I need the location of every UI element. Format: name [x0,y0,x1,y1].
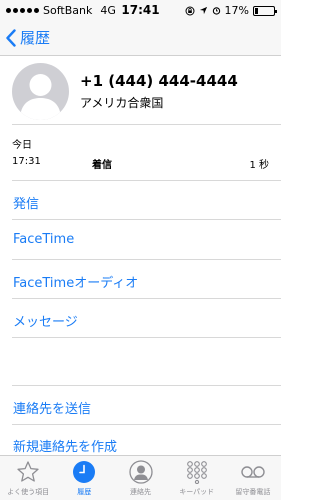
chevron-left-icon [6,28,16,47]
share-contact-button[interactable]: 連絡先を送信 [13,398,91,417]
voicemail-icon [241,466,265,478]
tab-label: 留守番電話 [235,488,271,496]
tab-keypad[interactable]: キーパッド [169,456,225,500]
person-icon [128,460,153,484]
tab-label: キーパッド [179,488,215,496]
divider [12,180,281,181]
person-silhouette-icon [20,74,61,120]
message-button[interactable]: メッセージ [13,311,78,330]
facetime-button[interactable]: FaceTime [13,232,74,247]
create-new-contact-button[interactable]: 新規連絡先を作成 [13,436,117,455]
battery-icon [253,5,277,16]
back-button[interactable]: 履歴 [6,27,50,48]
keypad-icon [186,461,207,484]
back-label: 履歴 [20,29,51,47]
status-bar: SoftBank 4G 17:41 17% [0,0,281,20]
battery-percent: 17% [224,4,249,17]
history-date: 今日 [12,140,32,151]
divider [12,298,281,299]
history-duration: 1 秒 [249,160,269,171]
star-icon [17,461,39,482]
history-call-type: 着信 [92,160,112,171]
contact-region: アメリカ合衆国 [80,96,164,110]
history-time: 17:31 [12,156,41,167]
location-icon [199,6,207,15]
tab-contacts[interactable]: 連絡先 [112,456,168,500]
rotation-lock-icon [185,6,195,15]
tab-bar: よく使う項目 履歴 連絡先 キーパッド 留守番電話 [0,455,281,500]
tab-label: 履歴 [77,488,92,496]
tab-recents[interactable]: 履歴 [56,456,112,500]
avatar [12,63,69,120]
tab-favorites[interactable]: よく使う項目 [0,456,56,500]
tab-label: 連絡先 [130,488,151,496]
tab-voicemail[interactable]: 留守番電話 [225,456,281,500]
call-button[interactable]: 発信 [13,193,39,212]
clock-icon [73,461,96,483]
divider [12,219,281,220]
alarm-clock-icon [212,7,220,15]
divider [12,424,281,425]
contact-header: +1 (444) 444-4444 アメリカ合衆国 [0,56,281,124]
divider [12,124,281,125]
divider [12,337,281,338]
tab-label: よく使う項目 [7,488,50,496]
navigation-bar: 履歴 [0,20,281,56]
divider [12,385,281,386]
facetime-audio-button[interactable]: FaceTimeオーディオ [13,272,138,291]
divider [12,259,281,260]
contact-phone-number: +1 (444) 444-4444 [80,72,238,90]
